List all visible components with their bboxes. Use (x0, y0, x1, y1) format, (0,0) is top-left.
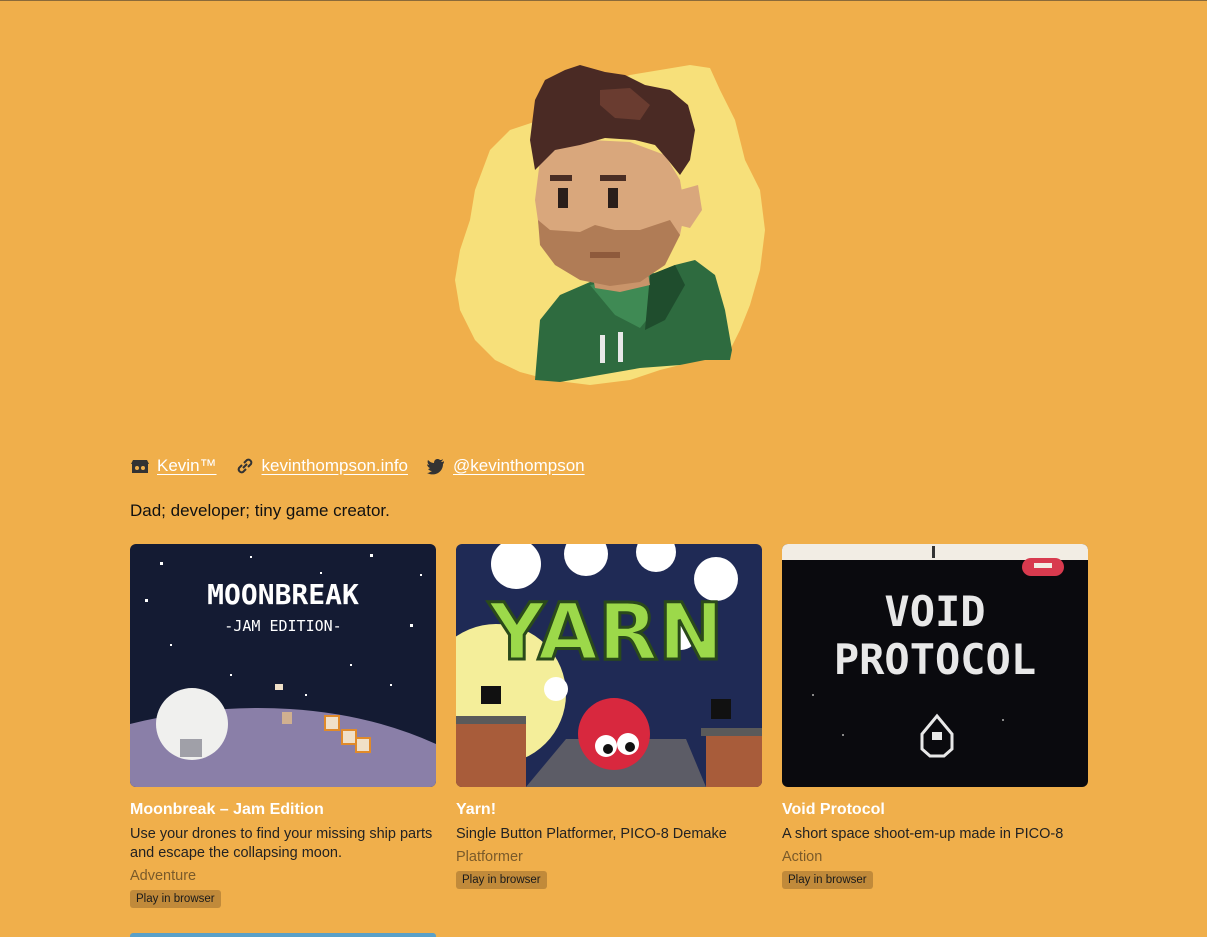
play-in-browser-badge: Play in browser (130, 890, 221, 908)
moonbreak-thumb-title: MOONBREAK (207, 578, 359, 611)
games-grid: MOONBREAK -JAM EDITION- Moonbreak – Jam … (130, 544, 1088, 908)
game-thumbnail-moonbreak[interactable]: MOONBREAK -JAM EDITION- (130, 544, 436, 787)
void-thumb-title-line1: VOID (884, 587, 985, 636)
game-card: YARN Yarn! Single Button Platformer, PIC… (456, 544, 762, 908)
game-title[interactable]: Void Protocol (782, 801, 1088, 819)
avatar-illustration (455, 65, 765, 385)
profile-bio: Dad; developer; tiny game creator. (130, 501, 390, 520)
play-in-browser-badge: Play in browser (456, 871, 547, 889)
game-genre: Platformer (456, 849, 523, 865)
profile-links: Kevin™ kevinthompson.info @kevinthompson (130, 454, 603, 478)
moonbreak-thumb-subtitle: -JAM EDITION- (224, 617, 341, 635)
yarn-thumb-title: YARN (488, 588, 724, 678)
game-card: VOID PROTOCOL Void Protocol A short spac… (782, 544, 1088, 908)
play-in-browser-badge: Play in browser (782, 871, 873, 889)
game-thumbnail-yarn[interactable]: YARN (456, 544, 762, 787)
link-icon (235, 456, 255, 476)
twitter-link-group: @kevinthompson (426, 456, 585, 476)
game-description: A short space shoot-em-up made in PICO-8 (782, 826, 1064, 842)
next-row-thumbnail-edge (130, 933, 436, 937)
website-link[interactable]: kevinthompson.info (262, 456, 408, 476)
game-thumbnail-void-protocol[interactable]: VOID PROTOCOL (782, 544, 1088, 787)
profile-name-link[interactable]: Kevin™ (157, 456, 217, 476)
twitter-link[interactable]: @kevinthompson (453, 456, 585, 476)
twitter-icon (426, 456, 446, 476)
game-card: MOONBREAK -JAM EDITION- Moonbreak – Jam … (130, 544, 436, 908)
profile-avatar (440, 60, 780, 390)
top-border (0, 0, 1207, 1)
game-description: Single Button Platformer, PICO-8 Demake (456, 826, 727, 842)
game-genre: Action (782, 849, 823, 865)
game-description: Use your drones to find your missing shi… (130, 826, 433, 861)
website-link-group: kevinthompson.info (235, 456, 408, 476)
itch-profile-link-group: Kevin™ (130, 456, 217, 476)
game-title[interactable]: Yarn! (456, 801, 762, 819)
void-thumb-title-line2: PROTOCOL (834, 635, 1036, 684)
game-title[interactable]: Moonbreak – Jam Edition (130, 801, 436, 819)
itchio-icon (130, 456, 150, 476)
game-genre: Adventure (130, 868, 197, 884)
